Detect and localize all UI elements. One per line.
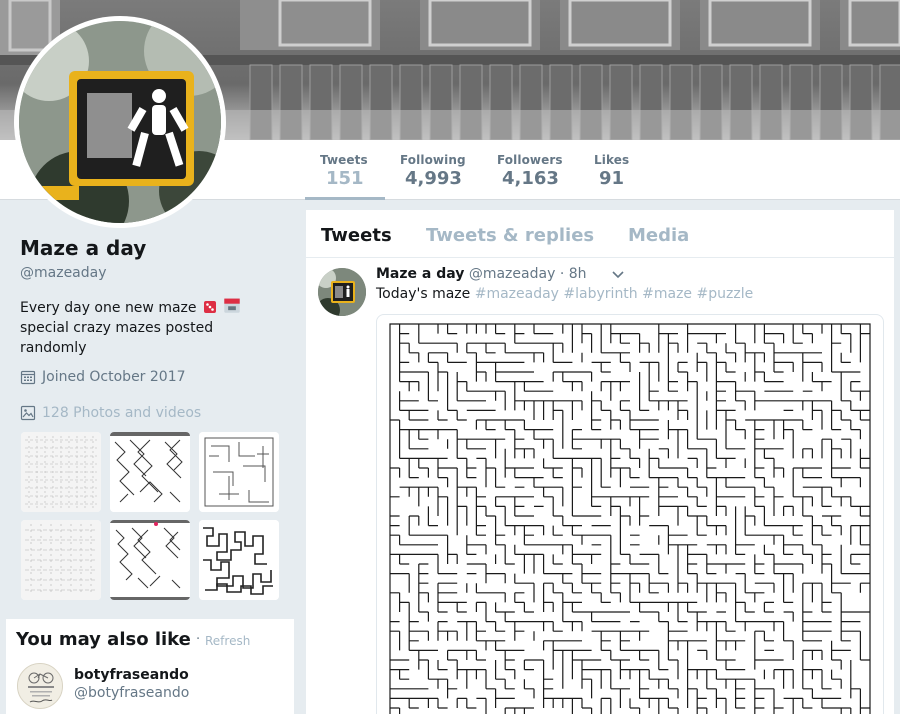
stat-label: Followers: [497, 153, 563, 167]
stat-value: 4,163: [502, 168, 559, 189]
stat-label: Tweets: [320, 153, 368, 167]
timeline-tabs: Tweets Tweets & replies Media: [306, 210, 894, 258]
media-thumbnail[interactable]: [199, 520, 279, 600]
refresh-link[interactable]: Refresh: [205, 634, 250, 648]
stat-label: Following: [400, 153, 466, 167]
profile-joined: Joined October 2017: [20, 369, 186, 385]
stat-value: 4,993: [405, 168, 462, 189]
tab-tweets[interactable]: Tweets: [321, 225, 392, 246]
tweet-author-handle[interactable]: @mazeaday: [469, 266, 556, 282]
photos-videos-link[interactable]: 128 Photos and videos: [20, 405, 201, 421]
stat-tweets[interactable]: Tweets 151: [320, 153, 368, 189]
media-thumbnail[interactable]: [110, 432, 190, 512]
profile-bio: Every day one new maze special crazy maz…: [20, 296, 250, 358]
stat-value: 91: [599, 168, 625, 189]
hashtag-link[interactable]: #labyrinth: [563, 286, 637, 302]
who-to-follow-title: You may also like: [16, 629, 191, 650]
tab-tweets-replies[interactable]: Tweets & replies: [426, 225, 594, 246]
suggested-user-name[interactable]: botyfraseando: [74, 667, 189, 683]
stat-label: Likes: [594, 153, 630, 167]
stat-following[interactable]: Following 4,993: [400, 153, 466, 189]
bicycle-icon: [18, 664, 62, 708]
media-thumbnail[interactable]: [110, 520, 190, 600]
maze-image: [389, 323, 871, 714]
tweet-media-image[interactable]: [376, 314, 884, 714]
title-separator: ·: [196, 632, 201, 647]
photo-icon: [20, 405, 36, 421]
calendar-icon: [20, 370, 36, 385]
suggested-user-avatar[interactable]: [17, 663, 63, 709]
joined-label: Joined October 2017: [42, 369, 186, 385]
calendar-emoji-icon: [224, 298, 241, 313]
active-stat-indicator: [305, 197, 385, 200]
photos-label: 128 Photos and videos: [42, 405, 202, 421]
hashtag-link[interactable]: #maze: [642, 286, 692, 302]
stat-value: 151: [326, 168, 364, 189]
stat-followers[interactable]: Followers 4,163: [497, 153, 563, 189]
who-to-follow-module: You may also like · Refresh botyfraseand…: [6, 619, 294, 714]
tweet-header: Maze a day @mazeaday · 8h: [376, 266, 587, 282]
maze-walls: [389, 323, 871, 714]
media-thumbnail[interactable]: [21, 520, 101, 600]
tweet-text: Today's maze #mazeaday #labyrinth #maze …: [376, 286, 753, 302]
stat-likes[interactable]: Likes 91: [594, 153, 629, 189]
hashtag-link[interactable]: #mazeaday: [475, 286, 559, 302]
avatar-image: [19, 21, 221, 223]
media-thumbnail[interactable]: [21, 432, 101, 512]
profile-handle[interactable]: @mazeaday: [20, 265, 107, 281]
hashtag-link[interactable]: #puzzle: [697, 286, 754, 302]
tweet-timestamp[interactable]: · 8h: [560, 266, 587, 282]
timeline: Tweets Tweets & replies Media Maze a day…: [306, 210, 894, 714]
tweet-body: Today's maze: [376, 286, 471, 302]
tweet-author-name[interactable]: Maze a day: [376, 266, 464, 282]
chevron-down-icon[interactable]: [611, 269, 625, 281]
profile-avatar[interactable]: [14, 16, 226, 228]
media-thumbnail[interactable]: [199, 432, 279, 512]
tab-media[interactable]: Media: [628, 225, 689, 246]
suggested-user-handle[interactable]: @botyfraseando: [74, 685, 189, 701]
dice-emoji-icon: [203, 301, 216, 313]
bio-line-1: Every day one new maze: [20, 300, 197, 316]
profile-name[interactable]: Maze a day: [20, 236, 146, 260]
bio-line-2: special crazy mazes posted randomly: [20, 320, 214, 356]
tweet-avatar[interactable]: [318, 268, 366, 316]
